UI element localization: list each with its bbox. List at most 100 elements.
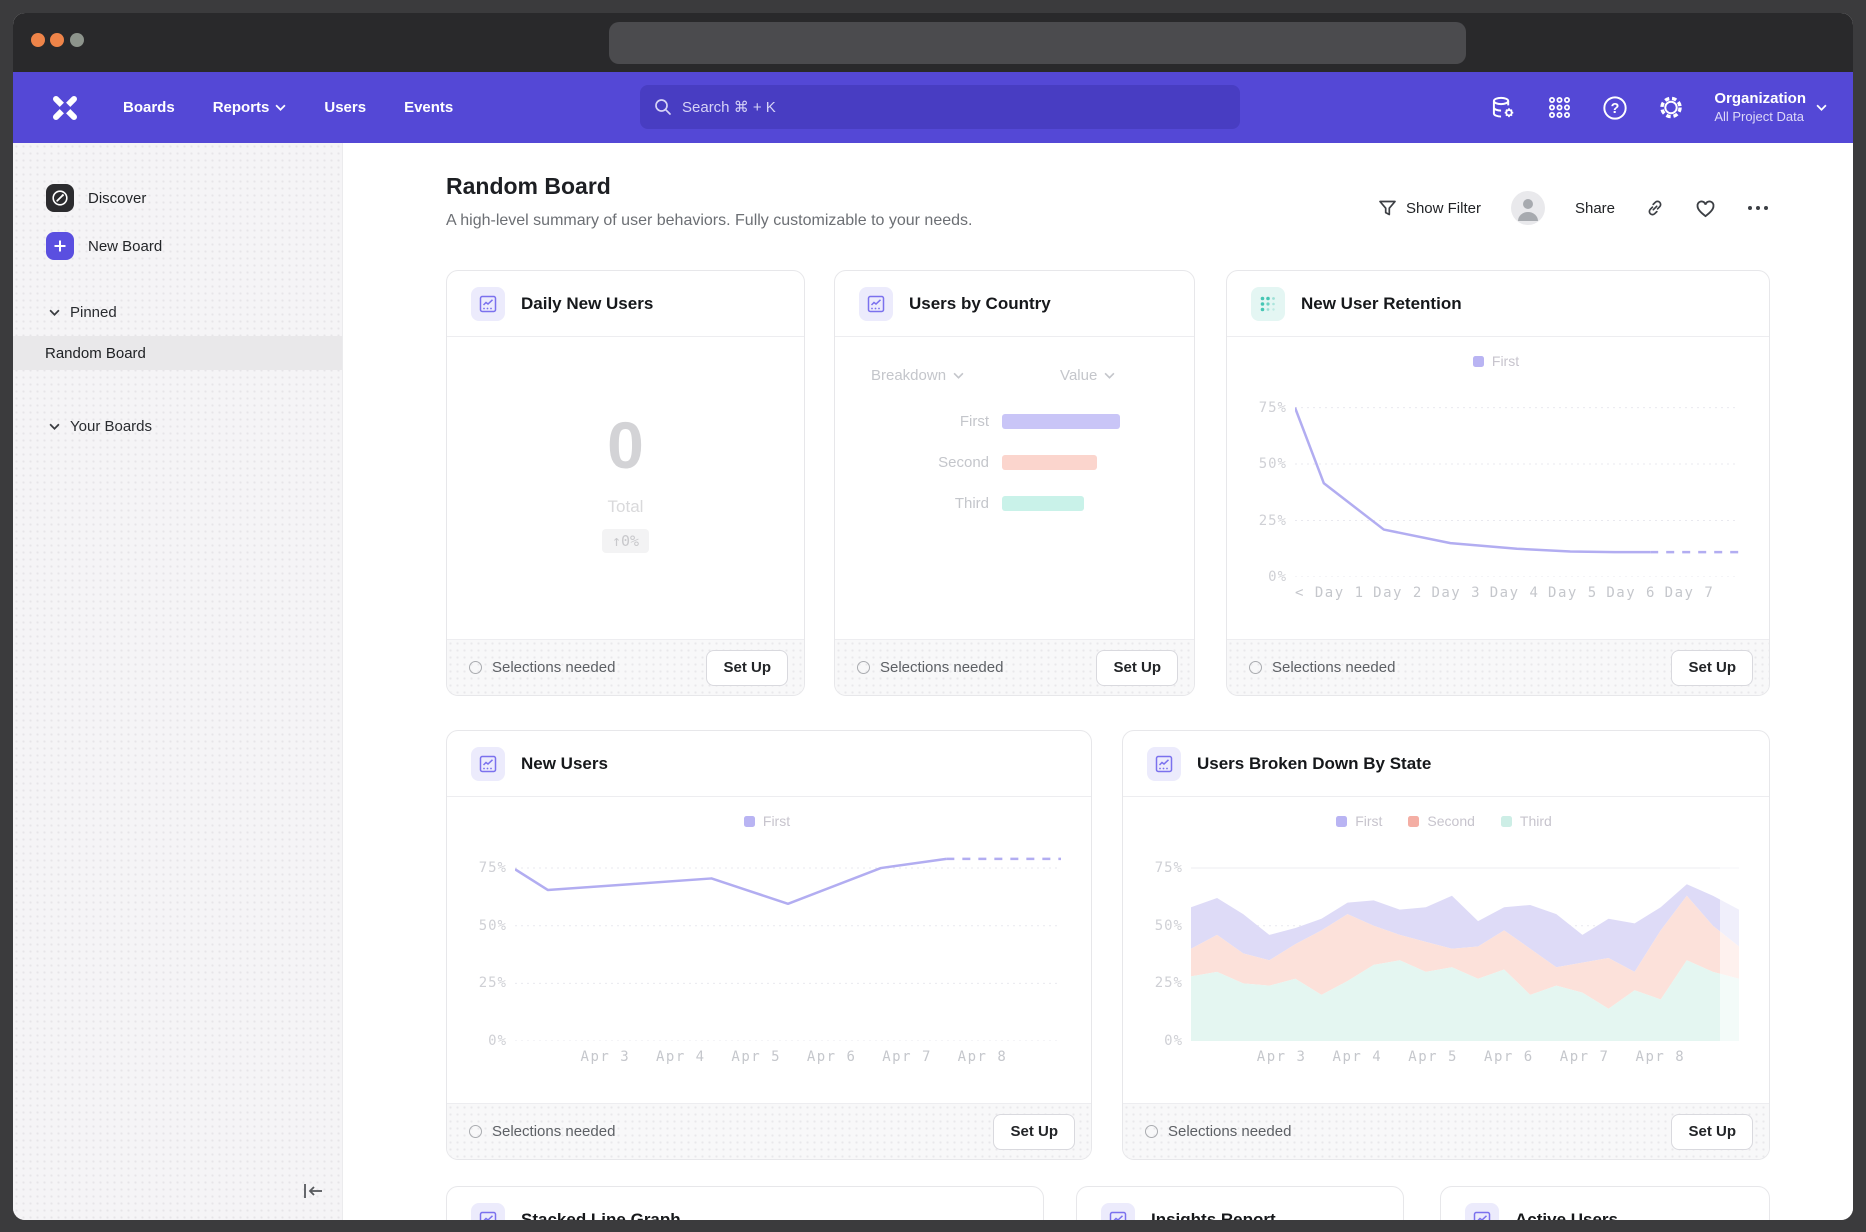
sidebar-label: Discover	[88, 190, 146, 207]
x-axis-labels: Apr 3Apr 4 Apr 5Apr 6 Apr 7Apr 8	[1191, 1049, 1739, 1065]
value-dropdown[interactable]: Value	[1060, 367, 1115, 384]
card-stacked-line-graph: Stacked Line Graph	[446, 1186, 1044, 1220]
card-new-users: New Users First 75% 50% 25% 0% Apr 3Apr …	[446, 730, 1092, 1160]
status-badge: Selections needed	[857, 659, 1003, 676]
bar-row: First	[859, 411, 1120, 431]
sidebar-section-label: Pinned	[70, 304, 117, 321]
heart-icon	[1695, 199, 1716, 218]
status-circle-icon	[1249, 661, 1262, 674]
legend-swatch	[1408, 816, 1419, 827]
line-chart-icon	[1147, 747, 1181, 781]
discover-compass-icon	[46, 184, 74, 212]
organization-selector[interactable]: Organization All Project Data	[1714, 90, 1827, 125]
bar-second	[1002, 455, 1097, 470]
legend-swatch	[1473, 356, 1484, 367]
bar-first	[1002, 414, 1120, 429]
legend-swatch	[744, 816, 755, 827]
zoom-window-button[interactable]	[70, 33, 84, 47]
metric-delta-badge: ↑0%	[602, 529, 649, 553]
line-chart-icon	[1101, 1203, 1135, 1220]
sidebar-section-pinned[interactable]: Pinned	[13, 298, 342, 326]
card-title: Users by Country	[909, 294, 1051, 314]
nav-item-events[interactable]: Events	[404, 99, 453, 116]
user-icon	[1511, 191, 1545, 225]
mixpanel-logo-icon[interactable]	[49, 92, 81, 124]
org-project: All Project Data	[1714, 109, 1806, 125]
set-up-button[interactable]: Set Up	[1671, 650, 1753, 686]
minimize-window-button[interactable]	[50, 33, 64, 47]
search-input[interactable]: Search ⌘ + K	[640, 85, 1240, 129]
close-window-button[interactable]	[31, 33, 45, 47]
card-daily-new-users: Daily New Users 0 Total ↑0% Selections n…	[446, 270, 805, 696]
board-content: Random Board A high-level summary of use…	[343, 143, 1853, 1220]
set-up-button[interactable]: Set Up	[1671, 1114, 1753, 1150]
card-title: Insights Report	[1151, 1210, 1276, 1220]
card-title: Daily New Users	[521, 294, 653, 314]
browser-url-bar[interactable]	[609, 22, 1466, 64]
sidebar-section-your-boards[interactable]: Your Boards	[13, 412, 342, 440]
line-chart-icon	[859, 287, 893, 321]
collapse-sidebar-button[interactable]	[298, 1178, 328, 1204]
chevron-down-icon	[275, 104, 286, 111]
set-up-button[interactable]: Set Up	[706, 650, 788, 686]
status-circle-icon	[857, 661, 870, 674]
status-badge: Selections needed	[1249, 659, 1395, 676]
share-button[interactable]: Share	[1575, 200, 1615, 217]
breakdown-dropdown[interactable]: Breakdown	[871, 367, 964, 384]
x-axis-labels: < Day 1Day 2 Day 3Day 4 Day 5Day 6 Day 7	[1295, 585, 1739, 601]
legend-swatch	[1501, 816, 1512, 827]
card-active-users: Active Users	[1440, 1186, 1770, 1220]
y-axis-labels: 75% 50% 25% 0%	[469, 845, 507, 1041]
plus-icon	[46, 232, 74, 260]
browser-window: Boards Reports Users Events Search ⌘ + K	[13, 13, 1853, 1220]
card-new-user-retention: New User Retention First 75% 50% 25% 0% …	[1226, 270, 1770, 696]
nav-item-boards[interactable]: Boards	[123, 99, 175, 116]
legend-swatch	[1336, 816, 1347, 827]
top-navigation: Boards Reports Users Events Search ⌘ + K	[13, 72, 1853, 143]
bar-label: Third	[859, 495, 989, 512]
chart-legend: First	[1249, 349, 1743, 373]
status-circle-icon	[469, 661, 482, 674]
card-users-by-state: Users Broken Down By State First Second …	[1122, 730, 1770, 1160]
x-axis-labels: Apr 3Apr 4 Apr 5Apr 6 Apr 7Apr 8	[515, 1049, 1061, 1065]
card-title: New User Retention	[1301, 294, 1462, 314]
bar-label: First	[859, 413, 989, 430]
status-badge: Selections needed	[469, 659, 615, 676]
chevron-down-icon	[953, 372, 964, 379]
filter-funnel-icon	[1378, 200, 1397, 217]
favorite-button[interactable]	[1695, 199, 1716, 218]
nav-item-reports[interactable]: Reports	[213, 99, 287, 116]
nav-menu: Boards Reports Users Events	[123, 99, 453, 116]
more-options-button[interactable]	[1746, 204, 1770, 212]
set-up-button[interactable]: Set Up	[1096, 650, 1178, 686]
copy-link-button[interactable]	[1645, 198, 1665, 218]
nav-item-users[interactable]: Users	[324, 99, 366, 116]
chevron-down-icon	[1104, 372, 1115, 379]
metric-value: 0	[607, 407, 644, 483]
state-stacked-area-chart	[1191, 845, 1739, 1041]
bar-label: Second	[859, 454, 989, 471]
data-management-icon[interactable]	[1490, 95, 1516, 121]
sidebar-label: Random Board	[45, 345, 146, 362]
chart-legend: First Second Third	[1145, 809, 1743, 833]
card-users-by-country: Users by Country Breakdown Value First S…	[834, 270, 1195, 696]
settings-gear-icon[interactable]	[1658, 95, 1684, 121]
retention-line-chart	[1295, 385, 1739, 577]
set-up-button[interactable]: Set Up	[993, 1114, 1075, 1150]
sidebar-item-random-board[interactable]: Random Board	[13, 336, 342, 370]
apps-grid-icon[interactable]	[1546, 95, 1572, 121]
page-subtitle: A high-level summary of user behaviors. …	[446, 212, 972, 230]
sidebar-item-new-board[interactable]: New Board	[13, 229, 342, 263]
bar-row: Third	[859, 493, 1084, 513]
incomplete-period-overlay	[1720, 845, 1739, 1041]
sidebar-item-discover[interactable]: Discover	[13, 181, 342, 215]
status-badge: Selections needed	[1145, 1123, 1291, 1140]
new-users-line-chart	[515, 845, 1061, 1041]
sidebar: Discover New Board Pinned Random Board Y…	[13, 143, 343, 1220]
help-icon[interactable]: ?	[1602, 95, 1628, 121]
show-filter-button[interactable]: Show Filter	[1378, 200, 1481, 217]
page-title: Random Board	[446, 173, 611, 200]
avatar[interactable]	[1511, 191, 1545, 225]
line-chart-icon	[471, 287, 505, 321]
card-insights-report: Insights Report	[1076, 1186, 1404, 1220]
